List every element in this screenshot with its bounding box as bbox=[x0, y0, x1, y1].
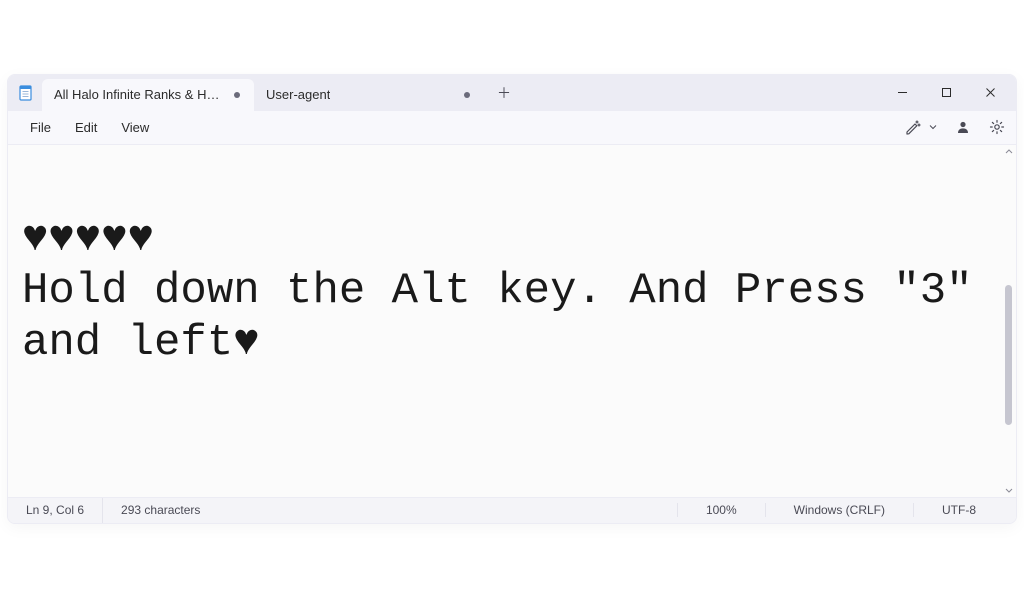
scrollbar[interactable] bbox=[1002, 145, 1016, 497]
text-editor[interactable]: ♥♥♥♥♥ Hold down the Alt key. And Press "… bbox=[8, 145, 1002, 497]
tab-1-dirty-dot-icon bbox=[234, 92, 240, 98]
settings-button[interactable] bbox=[982, 113, 1012, 141]
status-position: Ln 9, Col 6 bbox=[8, 498, 103, 523]
status-encoding: UTF-8 bbox=[913, 503, 1016, 517]
minimize-button[interactable] bbox=[880, 77, 924, 109]
close-button[interactable] bbox=[968, 77, 1012, 109]
titlebar: All Halo Infinite Ranks & How the F User… bbox=[8, 75, 1016, 111]
menu-view[interactable]: View bbox=[109, 114, 161, 141]
editor-wrap: ♥♥♥♥♥ Hold down the Alt key. And Press "… bbox=[8, 145, 1016, 497]
ai-rewrite-chevron[interactable] bbox=[926, 122, 940, 132]
tab-2-dirty-dot-icon bbox=[464, 92, 470, 98]
window-controls bbox=[880, 77, 1012, 109]
menu-edit[interactable]: Edit bbox=[63, 114, 109, 141]
new-tab-button[interactable]: ＋ bbox=[490, 79, 518, 107]
scroll-down-icon[interactable] bbox=[1002, 483, 1016, 497]
tab-2[interactable]: User-agent bbox=[254, 79, 484, 111]
tab-1[interactable]: All Halo Infinite Ranks & How the F bbox=[42, 79, 254, 111]
account-button[interactable] bbox=[948, 113, 978, 141]
scroll-thumb[interactable] bbox=[1005, 285, 1012, 425]
app-window: All Halo Infinite Ranks & How the F User… bbox=[7, 74, 1017, 524]
maximize-button[interactable] bbox=[924, 77, 968, 109]
menu-file[interactable]: File bbox=[18, 114, 63, 141]
ai-rewrite-button[interactable] bbox=[898, 113, 928, 141]
scroll-up-icon[interactable] bbox=[1002, 145, 1016, 159]
notepad-app-icon bbox=[18, 85, 34, 101]
menubar: File Edit View bbox=[8, 111, 1016, 145]
tab-1-label: All Halo Infinite Ranks & How the F bbox=[54, 87, 224, 102]
status-line-ending: Windows (CRLF) bbox=[765, 503, 913, 517]
statusbar: Ln 9, Col 6 293 characters 100% Windows … bbox=[8, 497, 1016, 523]
status-zoom[interactable]: 100% bbox=[677, 503, 765, 517]
tab-2-label: User-agent bbox=[266, 87, 330, 102]
status-characters: 293 characters bbox=[103, 498, 218, 523]
plus-icon: ＋ bbox=[497, 83, 511, 103]
